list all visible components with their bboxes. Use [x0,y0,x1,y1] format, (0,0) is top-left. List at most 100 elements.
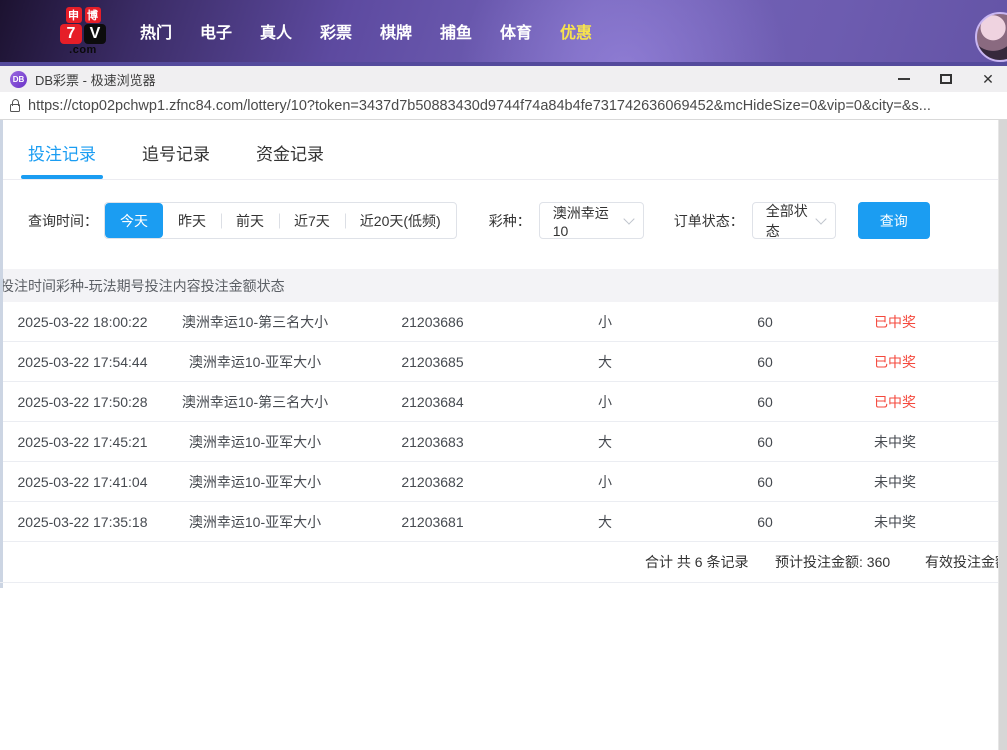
time-filter-group: 今天昨天前天近7天近20天(低频) [104,202,457,239]
promo-nav-item[interactable]: 彩票 [306,19,366,43]
url-text[interactable]: https://ctop02pchwp1.zfnc84.com/lottery/… [28,98,997,114]
cell-bet-time: 2025-03-22 17:41:04 [0,474,165,490]
cell-issue-number: 21203684 [345,394,520,410]
logo-char-1: 申 [66,7,82,23]
left-edge-strip [0,120,3,588]
promo-nav: 热门电子真人彩票棋牌捕鱼体育优惠 [126,19,606,43]
cell-bet-content: 大 [520,512,690,532]
cell-game-play: 澳洲幸运10-亚军大小 [165,352,345,372]
time-option-button[interactable]: 前天 [221,203,279,238]
promo-nav-item[interactable]: 优惠 [546,19,606,43]
table-row[interactable]: 2025-03-22 17:54:44 澳洲幸运10-亚军大小 21203685… [0,342,1007,382]
promo-nav-item[interactable]: 捕鱼 [426,19,486,43]
lottery-select-value: 澳洲幸运10 [553,203,617,239]
time-option-button[interactable]: 近7天 [279,203,345,238]
column-header: 状态 [257,276,285,296]
cell-bet-time: 2025-03-22 17:50:28 [0,394,165,410]
status-select[interactable]: 全部状态 [752,202,836,239]
cell-bet-amount: 60 [690,354,840,370]
time-option-button[interactable]: 昨天 [163,203,221,238]
cell-issue-number: 21203681 [345,514,520,530]
logo-char-2: 博 [85,7,101,23]
filter-bar: 查询时间： 今天昨天前天近7天近20天(低频) 彩种： 澳洲幸运10 订单状态：… [28,202,1007,239]
minimize-button[interactable] [897,66,911,92]
status-filter-label: 订单状态： [674,211,744,231]
chevron-down-icon [623,213,634,224]
site-logo[interactable]: 申 博 7 V .com [60,7,106,56]
table-row[interactable]: 2025-03-22 17:41:04 澳洲幸运10-亚军大小 21203682… [0,462,1007,502]
lock-icon [10,104,20,112]
window-controls: ✕ [897,66,995,92]
tab[interactable]: 资金记录 [256,140,324,179]
tab-label: 投注记录 [28,145,96,164]
cell-bet-amount: 60 [690,314,840,330]
status-select-value: 全部状态 [766,201,809,241]
cell-issue-number: 21203686 [345,314,520,330]
column-header: 投注内容 [145,276,201,296]
browser-window: DB DB彩票 - 极速浏览器 ✕ https://ctop02pchwp1.z… [0,62,1007,750]
cell-issue-number: 21203683 [345,434,520,450]
cell-bet-time: 2025-03-22 17:45:21 [0,434,165,450]
avatar[interactable] [975,12,1007,62]
expected-amount-summary: 预计投注金额: 360 [775,542,890,583]
cell-bet-time: 2025-03-22 18:00:22 [0,314,165,330]
cell-game-play: 澳洲幸运10-亚军大小 [165,512,345,532]
promo-nav-item[interactable]: 电子 [186,19,246,43]
logo-mid-row: 7 V [60,24,106,44]
logo-7: 7 [60,24,82,44]
screen: 申 博 7 V .com 热门电子真人彩票棋牌捕鱼体育优惠 DB DB彩票 - … [0,0,1007,750]
url-bar[interactable]: https://ctop02pchwp1.zfnc84.com/lottery/… [0,92,1007,120]
logo-top-row: 申 博 [66,7,101,23]
cell-status: 未中奖 [840,432,950,452]
table-row[interactable]: 2025-03-22 17:50:28 澳洲幸运10-第三名大小 2120368… [0,382,1007,422]
promo-bar: 申 博 7 V .com 热门电子真人彩票棋牌捕鱼体育优惠 [0,0,1007,62]
column-header: 期号 [117,276,145,296]
cell-bet-content: 小 [520,312,690,332]
minimize-icon [898,78,910,80]
scrollbar[interactable] [998,120,1007,750]
lottery-select[interactable]: 澳洲幸运10 [539,202,644,239]
maximize-button[interactable] [939,66,953,92]
table-body: 2025-03-22 18:00:22 澳洲幸运10-第三名大小 2120368… [0,302,1007,542]
lottery-filter-label: 彩种： [489,211,531,231]
table-row[interactable]: 2025-03-22 17:45:21 澳洲幸运10-亚军大小 21203683… [0,422,1007,462]
promo-nav-item[interactable]: 体育 [486,19,546,43]
cell-game-play: 澳洲幸运10-第三名大小 [165,312,345,332]
cell-bet-content: 大 [520,352,690,372]
table-row[interactable]: 2025-03-22 17:35:18 澳洲幸运10-亚军大小 21203681… [0,502,1007,542]
time-option-button[interactable]: 近20天(低频) [345,203,456,238]
cell-bet-amount: 60 [690,474,840,490]
cell-status: 未中奖 [840,472,950,492]
cell-status: 已中奖 [840,392,950,412]
tab[interactable]: 追号记录 [142,140,210,179]
tab-label: 资金记录 [256,145,324,164]
summary-row: 合计 共 6 条记录 预计投注金额: 360 有效投注金额: [0,542,1007,583]
column-header: 投注时间 [0,276,56,296]
tab[interactable]: 投注记录 [28,140,96,179]
cell-bet-amount: 60 [690,514,840,530]
logo-v: V [84,24,106,44]
column-header: 彩种-玩法 [56,276,117,296]
promo-nav-item[interactable]: 棋牌 [366,19,426,43]
tab-label: 追号记录 [142,145,210,164]
chevron-down-icon [815,213,826,224]
cell-issue-number: 21203685 [345,354,520,370]
page-content: 投注记录 追号记录 资金记录 查询时间： 今天昨天前天近7天近20天(低频) 彩… [0,120,1007,750]
record-tabs: 投注记录 追号记录 资金记录 [0,120,1007,180]
time-option-button[interactable]: 今天 [105,203,163,238]
bet-record-table: 投注时间彩种-玩法期号投注内容投注金额状态 2025-03-22 18:00:2… [0,269,1007,583]
close-button[interactable]: ✕ [981,66,995,92]
cell-status: 未中奖 [840,512,950,532]
cell-bet-time: 2025-03-22 17:54:44 [0,354,165,370]
search-button[interactable]: 查询 [858,202,930,239]
cell-status: 已中奖 [840,352,950,372]
site-favicon-icon: DB [10,71,27,88]
cell-bet-content: 小 [520,392,690,412]
active-tab-underline [21,175,103,179]
table-row[interactable]: 2025-03-22 18:00:22 澳洲幸运10-第三名大小 2120368… [0,302,1007,342]
maximize-icon [940,74,952,84]
promo-nav-item[interactable]: 真人 [246,19,306,43]
table-header: 投注时间彩种-玩法期号投注内容投注金额状态 [0,269,1007,302]
cell-bet-content: 小 [520,472,690,492]
promo-nav-item[interactable]: 热门 [126,19,186,43]
